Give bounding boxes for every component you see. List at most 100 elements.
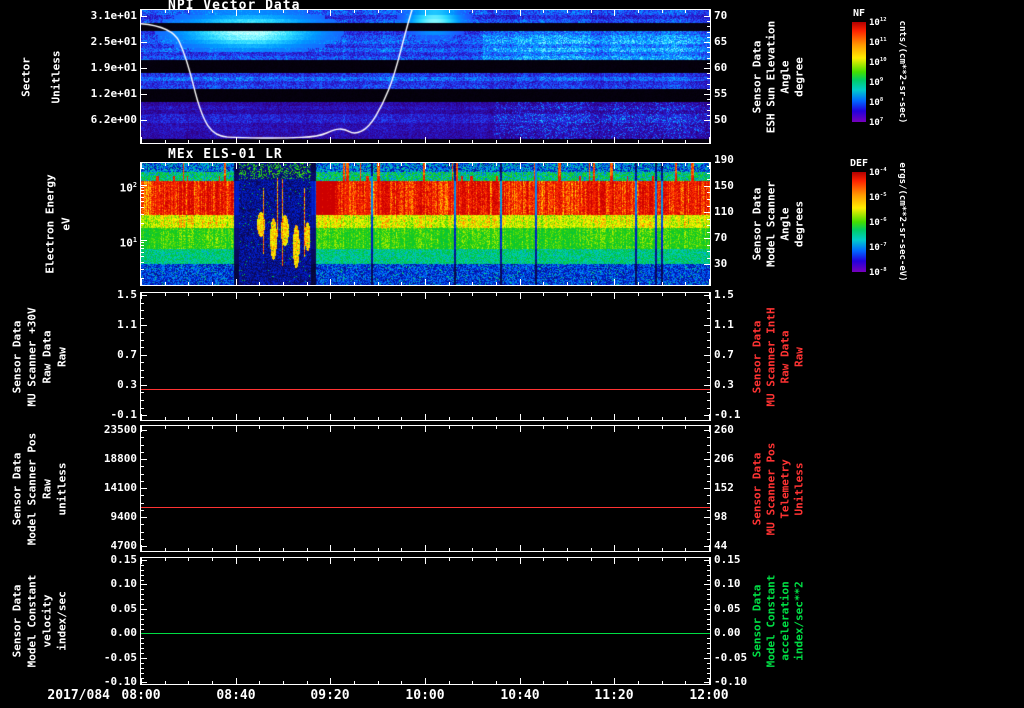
axis-tick-label: 1.5 (117, 288, 137, 301)
x-axis-tick (567, 282, 568, 285)
model-constant-velocity-plot[interactable] (140, 557, 711, 685)
y-axis-tick (707, 52, 710, 53)
x-axis-tick (591, 163, 592, 166)
y-axis-tick (707, 63, 710, 64)
y-axis-tick (141, 619, 144, 620)
x-axis-tick (188, 681, 189, 684)
x-axis-tick (354, 282, 355, 285)
x-axis-tick (307, 558, 308, 561)
y-axis-tick (141, 42, 147, 43)
x-axis-tick (259, 548, 260, 551)
x-axis-tick (330, 163, 331, 169)
axis-tick-label: 110 (714, 205, 734, 218)
y-axis-tick (141, 445, 144, 446)
y-axis-tick (704, 584, 710, 585)
y-axis-tick (707, 648, 710, 649)
x-axis-tick (543, 681, 544, 684)
y-axis-tick (141, 584, 147, 585)
x-axis-tick (472, 426, 473, 429)
y-axis-tick (141, 609, 147, 610)
colorbar-unit-label: ergs/(cm**2-sr-sec-eV) (897, 162, 907, 282)
axis-title-line: Raw (40, 479, 54, 499)
data-series-line (141, 507, 710, 508)
y-axis-tick (707, 21, 710, 22)
axis-title-line: Angle (778, 207, 792, 241)
x-axis-tick (259, 140, 260, 143)
x-axis-tick (425, 10, 426, 16)
y-axis-tick (141, 466, 144, 467)
x-axis-tick (543, 140, 544, 143)
y-axis-tick (141, 187, 144, 188)
y-axis-tick (141, 415, 147, 416)
x-axis-tick (401, 681, 402, 684)
y-axis-tick (707, 668, 710, 669)
y-axis-tick (141, 604, 144, 605)
x-axis-tick (638, 163, 639, 166)
y-axis-tick (707, 580, 710, 581)
colorbar-tick-label: 1012 (869, 17, 887, 28)
y-axis-tick (707, 408, 710, 409)
y-axis-tick (141, 437, 144, 438)
x-axis-tick (188, 548, 189, 551)
axis-title-line: Raw Data (778, 330, 792, 384)
x-axis-tick (283, 558, 284, 561)
x-axis-tick (165, 681, 166, 684)
y-axis-tick (707, 594, 710, 595)
npi-spectrogram-plot[interactable] (140, 9, 711, 144)
y-axis-tick (141, 517, 147, 518)
axis-tick-label: 0.15 (110, 553, 138, 566)
axis-title-line: Model Constant (764, 574, 778, 668)
y-axis-tick (141, 452, 144, 453)
x-axis-tick (638, 426, 639, 429)
axis-title-line: acceleration (778, 581, 792, 661)
colorbar (852, 22, 866, 122)
y-axis-tick (141, 599, 144, 600)
y-axis-tick (141, 242, 144, 243)
y-axis-tick (704, 355, 710, 356)
els-spectrogram-plot[interactable] (140, 162, 711, 286)
x-axis-tick (543, 293, 544, 296)
y-axis-tick (141, 347, 144, 348)
x-axis-tick (330, 426, 331, 432)
x-axis-tick (709, 293, 710, 299)
y-axis-tick (141, 190, 144, 191)
y-axis-tick (141, 295, 147, 296)
y-axis-tick (707, 452, 710, 453)
x-axis-tick (685, 548, 686, 551)
colorbar-tick-label: 1010 (869, 57, 887, 68)
axis-tick-label: -0.10 (714, 675, 748, 688)
y-axis-tick (707, 570, 710, 571)
mu-scanner-30v-plot[interactable] (140, 292, 711, 421)
axis-title-line: velocity (40, 594, 54, 648)
y-axis-tick (704, 546, 710, 547)
x-axis-tick (283, 282, 284, 285)
x-axis-tick (378, 558, 379, 561)
x-axis-tick (472, 548, 473, 551)
axis-title-line: unitless (55, 462, 69, 516)
colorbar-title: DEF (849, 158, 869, 169)
model-scanner-pos-plot[interactable] (140, 425, 711, 552)
axis-tick-label: 4700 (110, 539, 138, 552)
x-axis-tick (591, 282, 592, 285)
axis-tick-label: 260 (714, 423, 734, 436)
x-axis-tick (354, 10, 355, 13)
x-axis-tick (354, 140, 355, 143)
x-axis-tick (520, 279, 521, 285)
y-axis-tick (707, 166, 710, 167)
x-axis-tick (283, 548, 284, 551)
x-axis-tick (165, 140, 166, 143)
x-axis-tick (520, 545, 521, 551)
x-axis-tick (591, 417, 592, 420)
axis-tick-label: -0.1 (110, 408, 138, 421)
y-axis-tick (141, 310, 144, 311)
axis-tick-label: 9400 (110, 510, 138, 523)
axis-title-line: Sensor Data (10, 584, 24, 658)
y-axis-tick (141, 370, 144, 371)
x-axis-tick (212, 140, 213, 143)
y-axis-tick (704, 186, 710, 187)
axis-tick-label: 102 (119, 181, 137, 195)
x-axis-tick (401, 163, 402, 166)
x-axis-tick (520, 558, 521, 564)
x-axis-tick (188, 558, 189, 561)
x-axis-tick (662, 293, 663, 296)
